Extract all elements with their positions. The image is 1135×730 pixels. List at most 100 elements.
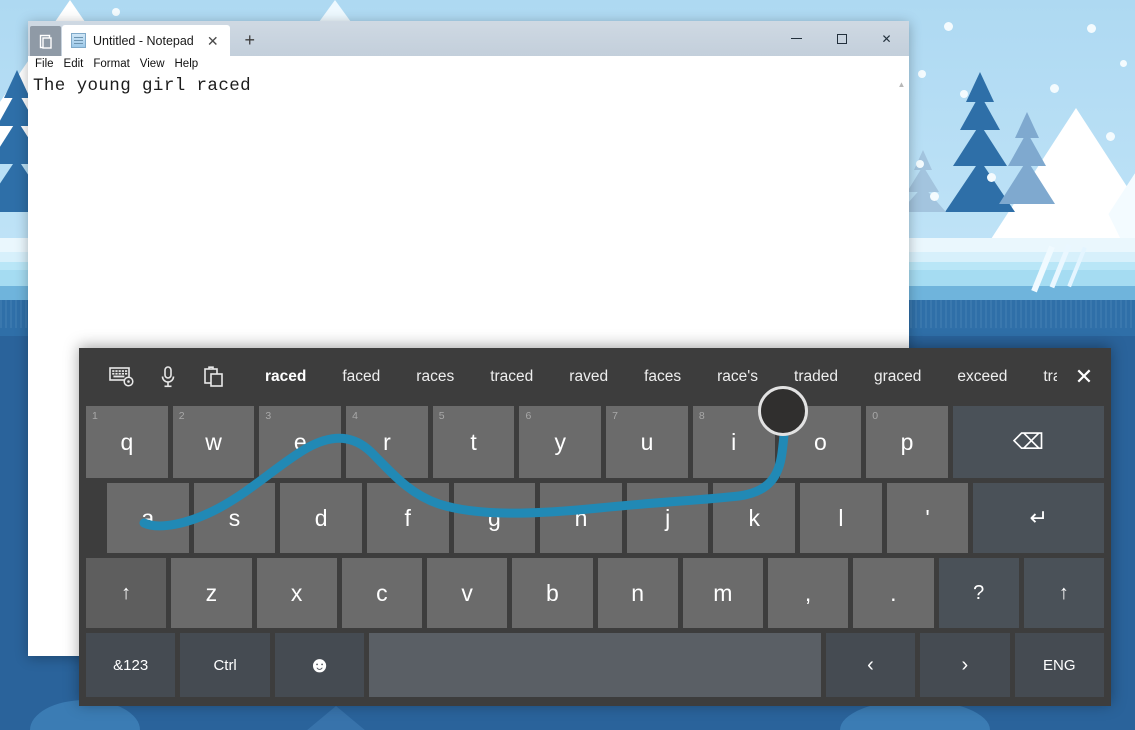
key-q[interactable]: 1q	[86, 406, 168, 478]
close-window-button[interactable]: ✕	[864, 23, 909, 55]
key-label: m	[713, 579, 733, 606]
key-f[interactable]: f	[366, 483, 449, 553]
menu-view[interactable]: View	[140, 59, 165, 71]
key-number-hint: 8	[698, 410, 705, 422]
key-h[interactable]: h	[540, 483, 622, 553]
suggestion-bar: raced faced races traced raved faces race's tra…	[79, 348, 1111, 406]
suggestion-item[interactable]: traded	[776, 364, 856, 390]
minimize-button[interactable]	[774, 23, 819, 55]
ctrl-key[interactable]: Ctrl	[180, 633, 270, 697]
key-l[interactable]: l	[800, 483, 882, 553]
key-b[interactable]: b	[512, 558, 593, 628]
keyboard-row-3: ↑ z x c v b n m,.? ↑	[79, 558, 1111, 628]
document-icon	[71, 33, 86, 48]
key-label: h	[574, 504, 588, 531]
suggestion-item[interactable]: exceed	[939, 364, 1025, 390]
key-apostrophe[interactable]: '	[886, 483, 969, 553]
key-number-hint: 5	[438, 410, 445, 422]
symbols-key[interactable]: &123	[86, 633, 176, 697]
snowflake	[1106, 132, 1115, 141]
snowflake	[112, 8, 120, 16]
key-label: ENG	[1043, 656, 1076, 674]
key-j[interactable]: j	[626, 483, 709, 553]
cursor-left-key[interactable]: ‹	[825, 633, 916, 697]
suggestion-item[interactable]: faced	[324, 364, 398, 390]
key-label: b	[545, 579, 559, 606]
scroll-up-icon[interactable]: ▲	[896, 80, 907, 89]
new-tab-button[interactable]: +	[236, 26, 264, 54]
keyboard-row-4: &123 Ctrl ☻ ‹ › ENG	[79, 633, 1111, 697]
close-keyboard-icon[interactable]: ✕	[1057, 356, 1111, 398]
suggestion-list: raced faced races traced raved faces race's tra…	[247, 364, 1057, 390]
key-n[interactable]: n	[597, 558, 678, 628]
suggestion-item[interactable]: traced	[472, 364, 551, 390]
snowflake	[960, 90, 968, 98]
key-label: ?	[973, 581, 985, 604]
key-label: y	[554, 428, 567, 455]
suggestion-item[interactable]: race's	[699, 364, 776, 390]
menu-file[interactable]: File	[35, 59, 54, 71]
emoji-key[interactable]: ☻	[274, 633, 365, 697]
key-label: v	[461, 579, 473, 606]
key-period[interactable]: .	[853, 558, 934, 628]
key-label: .	[890, 579, 897, 606]
key-x[interactable]: x	[256, 558, 337, 628]
key-comma[interactable]: ,	[768, 558, 849, 628]
key-o[interactable]: 9o	[779, 406, 862, 478]
keyboard-row-2: a s d f g h j k l ' ↵	[79, 483, 1111, 553]
shift-right-key[interactable]: ↑	[1023, 558, 1104, 628]
key-r[interactable]: 4r	[346, 406, 428, 478]
key-e[interactable]: 3e	[259, 406, 342, 478]
key-a[interactable]: a	[107, 483, 189, 553]
suggestion-item[interactable]: raced	[247, 364, 324, 390]
key-v[interactable]: v	[427, 558, 508, 628]
enter-key[interactable]: ↵	[973, 483, 1105, 553]
key-c[interactable]: c	[341, 558, 422, 628]
key-t[interactable]: 5t	[432, 406, 515, 478]
suggestion-item[interactable]: races	[398, 364, 472, 390]
key-z[interactable]: z	[171, 558, 252, 628]
key-label: s	[228, 504, 241, 531]
touch-keyboard-panel[interactable]: raced faced races traced raved faces race's tra…	[79, 348, 1111, 706]
key-p[interactable]: 0p	[866, 406, 948, 478]
key-i[interactable]: 8i	[692, 406, 775, 478]
shift-left-key[interactable]: ↑	[86, 558, 167, 628]
menu-help[interactable]: Help	[175, 59, 199, 71]
menu-format[interactable]: Format	[93, 59, 129, 71]
key-y[interactable]: 6y	[519, 406, 602, 478]
space-key[interactable]	[369, 633, 821, 697]
key-label: ‹	[867, 653, 874, 676]
notepad-tab-title: Untitled - Notepad	[93, 33, 194, 48]
suggestion-item[interactable]: traces	[1025, 364, 1057, 390]
clipboard-icon[interactable]	[191, 356, 237, 398]
key-label: i	[731, 428, 737, 455]
cursor-right-key[interactable]: ›	[920, 633, 1010, 697]
key-label: ☻	[307, 652, 332, 677]
notepad-titlebar[interactable]: Untitled - Notepad ✕ + ✕	[28, 21, 909, 56]
key-u[interactable]: 7u	[606, 406, 688, 478]
microphone-icon[interactable]	[145, 356, 191, 398]
wallpaper-foreground-triangle	[300, 706, 372, 730]
close-tab-icon[interactable]: ✕	[202, 30, 224, 52]
key-m[interactable]: m	[682, 558, 763, 628]
key-d[interactable]: d	[280, 483, 362, 553]
key-label: f	[404, 504, 411, 531]
key-number-hint: 1	[92, 410, 98, 422]
key-g[interactable]: g	[453, 483, 536, 553]
notepad-app-icon	[30, 26, 61, 56]
language-key[interactable]: ENG	[1014, 633, 1104, 697]
menu-edit[interactable]: Edit	[64, 59, 84, 71]
key-label: u	[640, 428, 654, 455]
key-k[interactable]: k	[713, 483, 796, 553]
suggestion-item[interactable]: graced	[856, 364, 939, 390]
backspace-key[interactable]: ⌫	[952, 406, 1104, 478]
suggestion-item[interactable]: raved	[551, 364, 626, 390]
notepad-tab[interactable]: Untitled - Notepad ✕	[62, 25, 230, 56]
key-w[interactable]: 2w	[172, 406, 255, 478]
key-question-mark[interactable]: ?	[938, 558, 1019, 628]
key-number-hint: 7	[612, 410, 618, 422]
suggestion-item[interactable]: faces	[626, 364, 699, 390]
maximize-button[interactable]	[819, 23, 864, 55]
keyboard-settings-icon[interactable]	[99, 356, 145, 398]
key-s[interactable]: s	[193, 483, 276, 553]
